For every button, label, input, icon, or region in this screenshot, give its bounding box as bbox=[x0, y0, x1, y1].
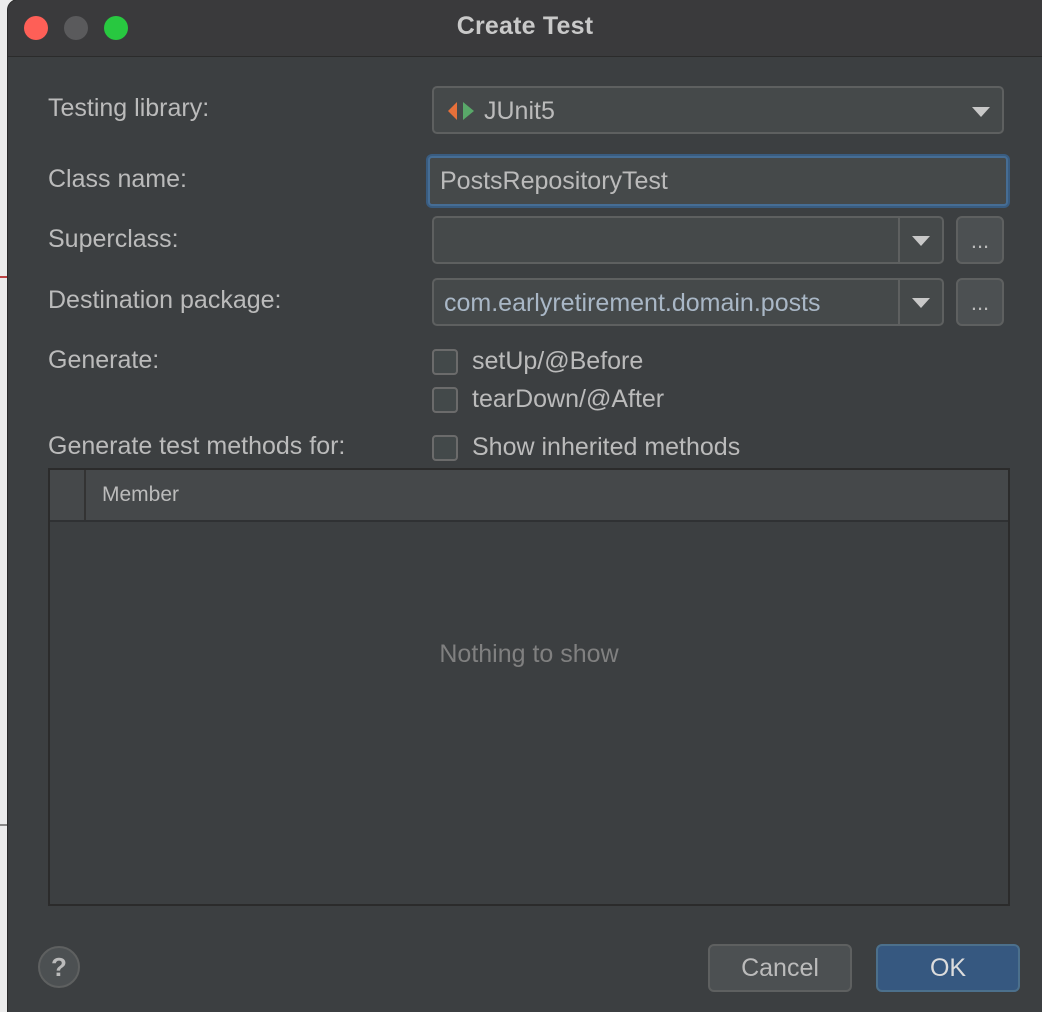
chevron-down-icon bbox=[972, 107, 990, 117]
teardown-after-label: tearDown/@After bbox=[472, 385, 665, 413]
cancel-button[interactable]: Cancel bbox=[708, 944, 852, 992]
chevron-down-icon[interactable] bbox=[912, 298, 930, 308]
dialog-title: Create Test bbox=[456, 12, 594, 40]
chevron-down-icon[interactable] bbox=[912, 236, 930, 246]
testing-library-value: JUnit5 bbox=[484, 97, 555, 125]
class-name-input[interactable] bbox=[440, 158, 990, 204]
table-header: Member bbox=[50, 470, 1008, 522]
destination-package-value: com.earlyretirement.domain.posts bbox=[444, 289, 821, 317]
select-all-column-header[interactable] bbox=[50, 470, 86, 520]
testing-library-label: Testing library: bbox=[48, 94, 210, 122]
setup-before-label: setUp/@Before bbox=[472, 347, 644, 375]
create-test-dialog: Create Test Testing library: JUnit5 Clas… bbox=[8, 0, 1042, 1012]
show-inherited-checkbox[interactable] bbox=[432, 435, 458, 461]
member-column-header[interactable]: Member bbox=[102, 483, 179, 507]
generate-methods-label: Generate test methods for: bbox=[48, 432, 346, 460]
show-inherited-label: Show inherited methods bbox=[472, 433, 741, 461]
class-name-field-wrapper bbox=[428, 156, 1008, 206]
members-table[interactable]: Member Nothing to show bbox=[48, 468, 1010, 906]
class-name-label: Class name: bbox=[48, 165, 187, 193]
empty-state-text: Nothing to show bbox=[439, 640, 619, 668]
combo-divider bbox=[898, 280, 900, 324]
junit-icon bbox=[448, 102, 474, 120]
superclass-browse-button[interactable]: ... bbox=[956, 216, 1004, 264]
title-bar: Create Test bbox=[8, 0, 1042, 57]
setup-before-checkbox[interactable] bbox=[432, 349, 458, 375]
destination-package-combobox[interactable]: com.earlyretirement.domain.posts bbox=[432, 278, 944, 326]
destination-package-label: Destination package: bbox=[48, 286, 282, 314]
help-button[interactable]: ? bbox=[38, 946, 80, 988]
generate-label: Generate: bbox=[48, 346, 160, 374]
superclass-label: Superclass: bbox=[48, 225, 179, 253]
teardown-after-checkbox[interactable] bbox=[432, 387, 458, 413]
combo-divider bbox=[898, 218, 900, 262]
testing-library-dropdown[interactable]: JUnit5 bbox=[432, 86, 1004, 134]
destination-package-browse-button[interactable]: ... bbox=[956, 278, 1004, 326]
superclass-combobox[interactable] bbox=[432, 216, 944, 264]
ok-button[interactable]: OK bbox=[876, 944, 1020, 992]
